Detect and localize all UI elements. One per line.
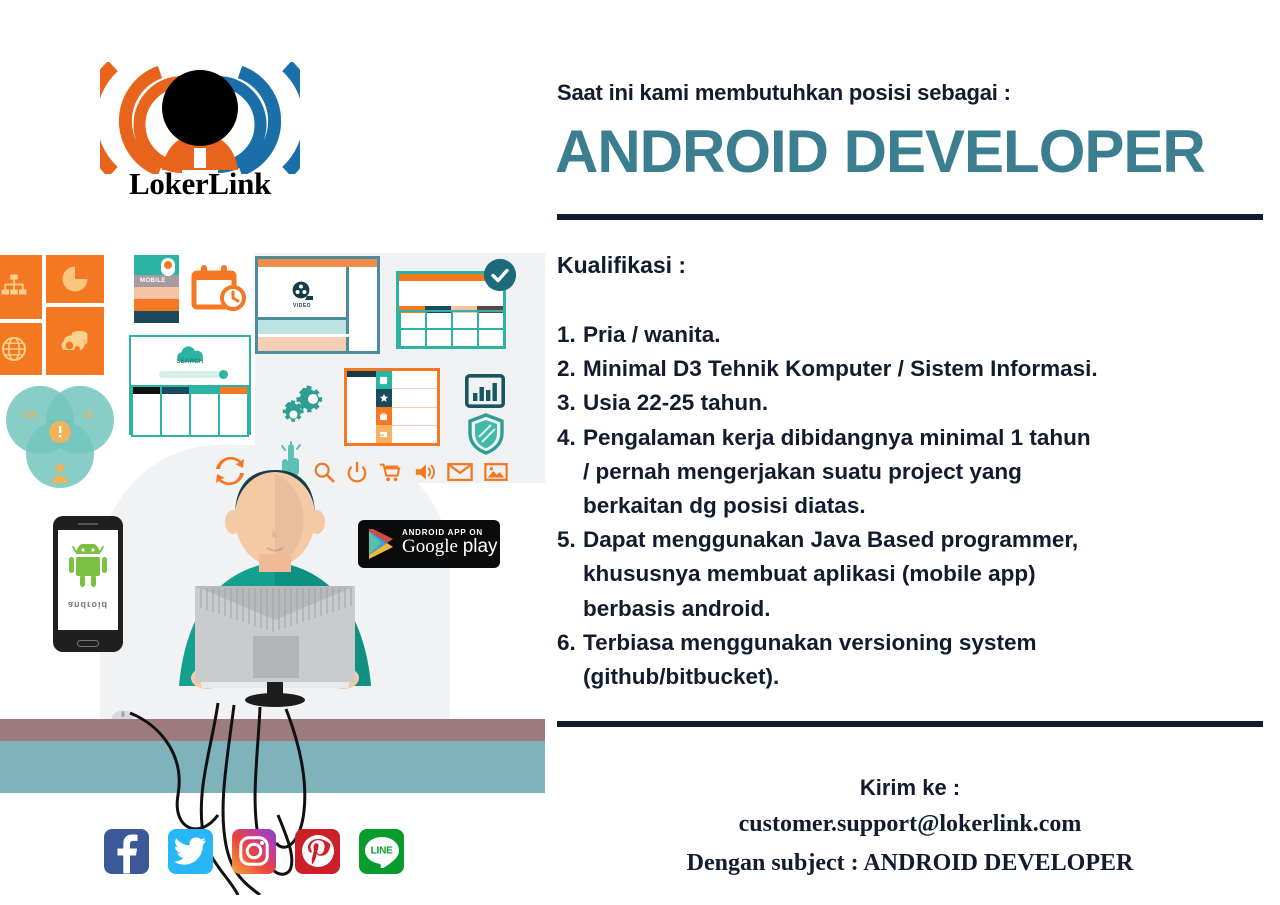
calendar-clock-icon (190, 263, 250, 315)
qualification-text: Pria / wanita. (583, 322, 721, 347)
globe-icon (1, 336, 27, 362)
qualification-number: 4. (557, 424, 576, 450)
qualification-text: Minimal D3 Tehnik Komputer / Sistem Info… (583, 356, 1098, 382)
kanban-column (191, 387, 218, 435)
tile-pie-chart (46, 255, 104, 303)
qualification-text: Usia 22-25 tahun. (583, 390, 769, 416)
table-body (399, 310, 503, 346)
speaker-icon (415, 464, 435, 480)
gears-icon (277, 385, 332, 433)
line-icon[interactable]: LINE (359, 828, 404, 874)
qualification-text: Terbiasa menggunakan versioning system (… (583, 629, 1037, 689)
kanban-column (162, 387, 189, 435)
page-title: ANDROID DEVELOPER (555, 118, 1206, 185)
contact-email[interactable]: customer.support@lokerlink.com (557, 805, 1263, 843)
swatch-label: MOBILE (140, 278, 166, 284)
ux-ui-venn-diagram: UX UI (0, 380, 125, 495)
tile-globe (0, 323, 42, 375)
strip-bag-icon (375, 407, 392, 425)
gplay-google: Google (402, 536, 458, 557)
qualification-number: 1. (557, 322, 576, 347)
divider-top (557, 214, 1263, 220)
qualification-text: Dapat menggunakan Java Based programmer,… (583, 527, 1079, 621)
tile-cloud-database (46, 307, 104, 375)
video-titlebar (258, 259, 377, 267)
qualification-item: 2. Minimal D3 Tehnik Komputer / Sistem In… (557, 352, 1263, 386)
qualification-text: Pengalaman kerja dibidangnya minimal 1 t… (583, 424, 1091, 518)
list-window (344, 368, 440, 446)
search-input-graphic (159, 370, 228, 379)
brand-logo: LokerLink (82, 60, 318, 212)
facebook-icon[interactable] (104, 828, 149, 874)
qualification-item: 3. Usia 22-25 tahun. (557, 386, 1263, 420)
location-pin-icon (161, 258, 175, 276)
qualification-number: 2. (557, 356, 576, 382)
qualification-item: 6. Terbiasa menggunakan versioning system… (557, 626, 1263, 694)
shield-icon (468, 413, 504, 455)
instagram-icon[interactable] (231, 828, 277, 874)
tile-sitemap (0, 255, 42, 319)
android-robot-icon (69, 544, 107, 587)
video-row-3 (258, 337, 350, 351)
logo-wordmark: LokerLink (128, 166, 271, 201)
qualification-number: 6. (557, 629, 576, 655)
qualification-item: 4. Pengalaman kerja dibidangnya minimal 1… (557, 421, 1263, 524)
check-circle-icon (484, 259, 516, 291)
search-kanban-panel: SEARCH (129, 335, 251, 437)
twitter-icon[interactable] (167, 828, 213, 874)
job-poster: LokerLink MOBILE SEARCH VIDEO UX UI andr… (0, 0, 1280, 905)
strip-card-icon (375, 425, 392, 443)
qualification-number: 5. (557, 527, 576, 553)
qualification-item: 5. Dapat menggunakan Java Based programme… (557, 523, 1263, 626)
qualification-item: 1. Pria / wanita. (557, 318, 1263, 352)
video-label: VIDEO (292, 303, 312, 309)
pie-chart-icon (62, 266, 88, 292)
phone-screen: android (58, 530, 118, 630)
divider-bottom (557, 721, 1263, 727)
venn-label-ui: UI (83, 410, 93, 421)
qualification-number: 3. (557, 390, 576, 416)
left-visual-column: LokerLink MOBILE SEARCH VIDEO UX UI andr… (0, 0, 545, 905)
kanban-columns (131, 385, 249, 437)
gplay-play: play (462, 536, 498, 557)
bar-chart-icon (464, 373, 506, 408)
kanban-column (220, 387, 247, 435)
strip-square-icon (375, 371, 392, 389)
android-wordmark: android (68, 600, 108, 610)
send-to-label: Kirim ke : (859, 775, 961, 800)
kanban-column (133, 387, 160, 435)
list-rows (391, 371, 437, 443)
signal-waves-logo-icon (82, 60, 318, 178)
social-links: LINE (104, 826, 404, 876)
qualifications-heading: Kualifikasi : (557, 252, 687, 278)
video-row-2 (258, 320, 350, 334)
mobile-swatch-card: MOBILE (134, 255, 179, 323)
eyebrow-text: Saat ini kami membutuhkan posisi sebagai… (557, 80, 1011, 105)
gplay-brand-text: Google play (402, 537, 498, 556)
developer-illustration: MOBILE SEARCH VIDEO UX UI android ANDROI… (0, 245, 545, 905)
list-sidebar (347, 371, 376, 443)
video-canvas: VIDEO (258, 267, 350, 320)
qualifications-list: 1. Pria / wanita. 2. Minimal D3 Tehnik Komp… (557, 318, 1263, 694)
phone-speaker (78, 523, 98, 525)
contact-block: Kirim ke : customer.support@lokerlink.co… (557, 770, 1263, 882)
search-area: SEARCH (131, 337, 249, 385)
android-phone-mockup: android (53, 516, 123, 652)
cloud-gear-database-icon (61, 330, 88, 352)
list-icon-strip (375, 371, 392, 443)
contact-subject: Dengan subject : ANDROID DEVELOPER (686, 849, 1134, 876)
image-icon (484, 463, 508, 481)
orange-icon-tiles (0, 255, 104, 375)
video-player-window: VIDEO (255, 256, 380, 354)
phone-home-button (77, 640, 99, 647)
line-label: LINE (370, 845, 393, 857)
strip-star-icon (375, 389, 392, 407)
venn-label-ux: UX (23, 410, 37, 421)
pinterest-icon[interactable] (295, 828, 341, 874)
sitemap-icon (1, 274, 27, 295)
search-label: SEARCH (176, 359, 204, 365)
job-details-column: Saat ini kami membutuhkan posisi sebagai… (555, 0, 1265, 905)
envelope-icon (447, 462, 474, 482)
